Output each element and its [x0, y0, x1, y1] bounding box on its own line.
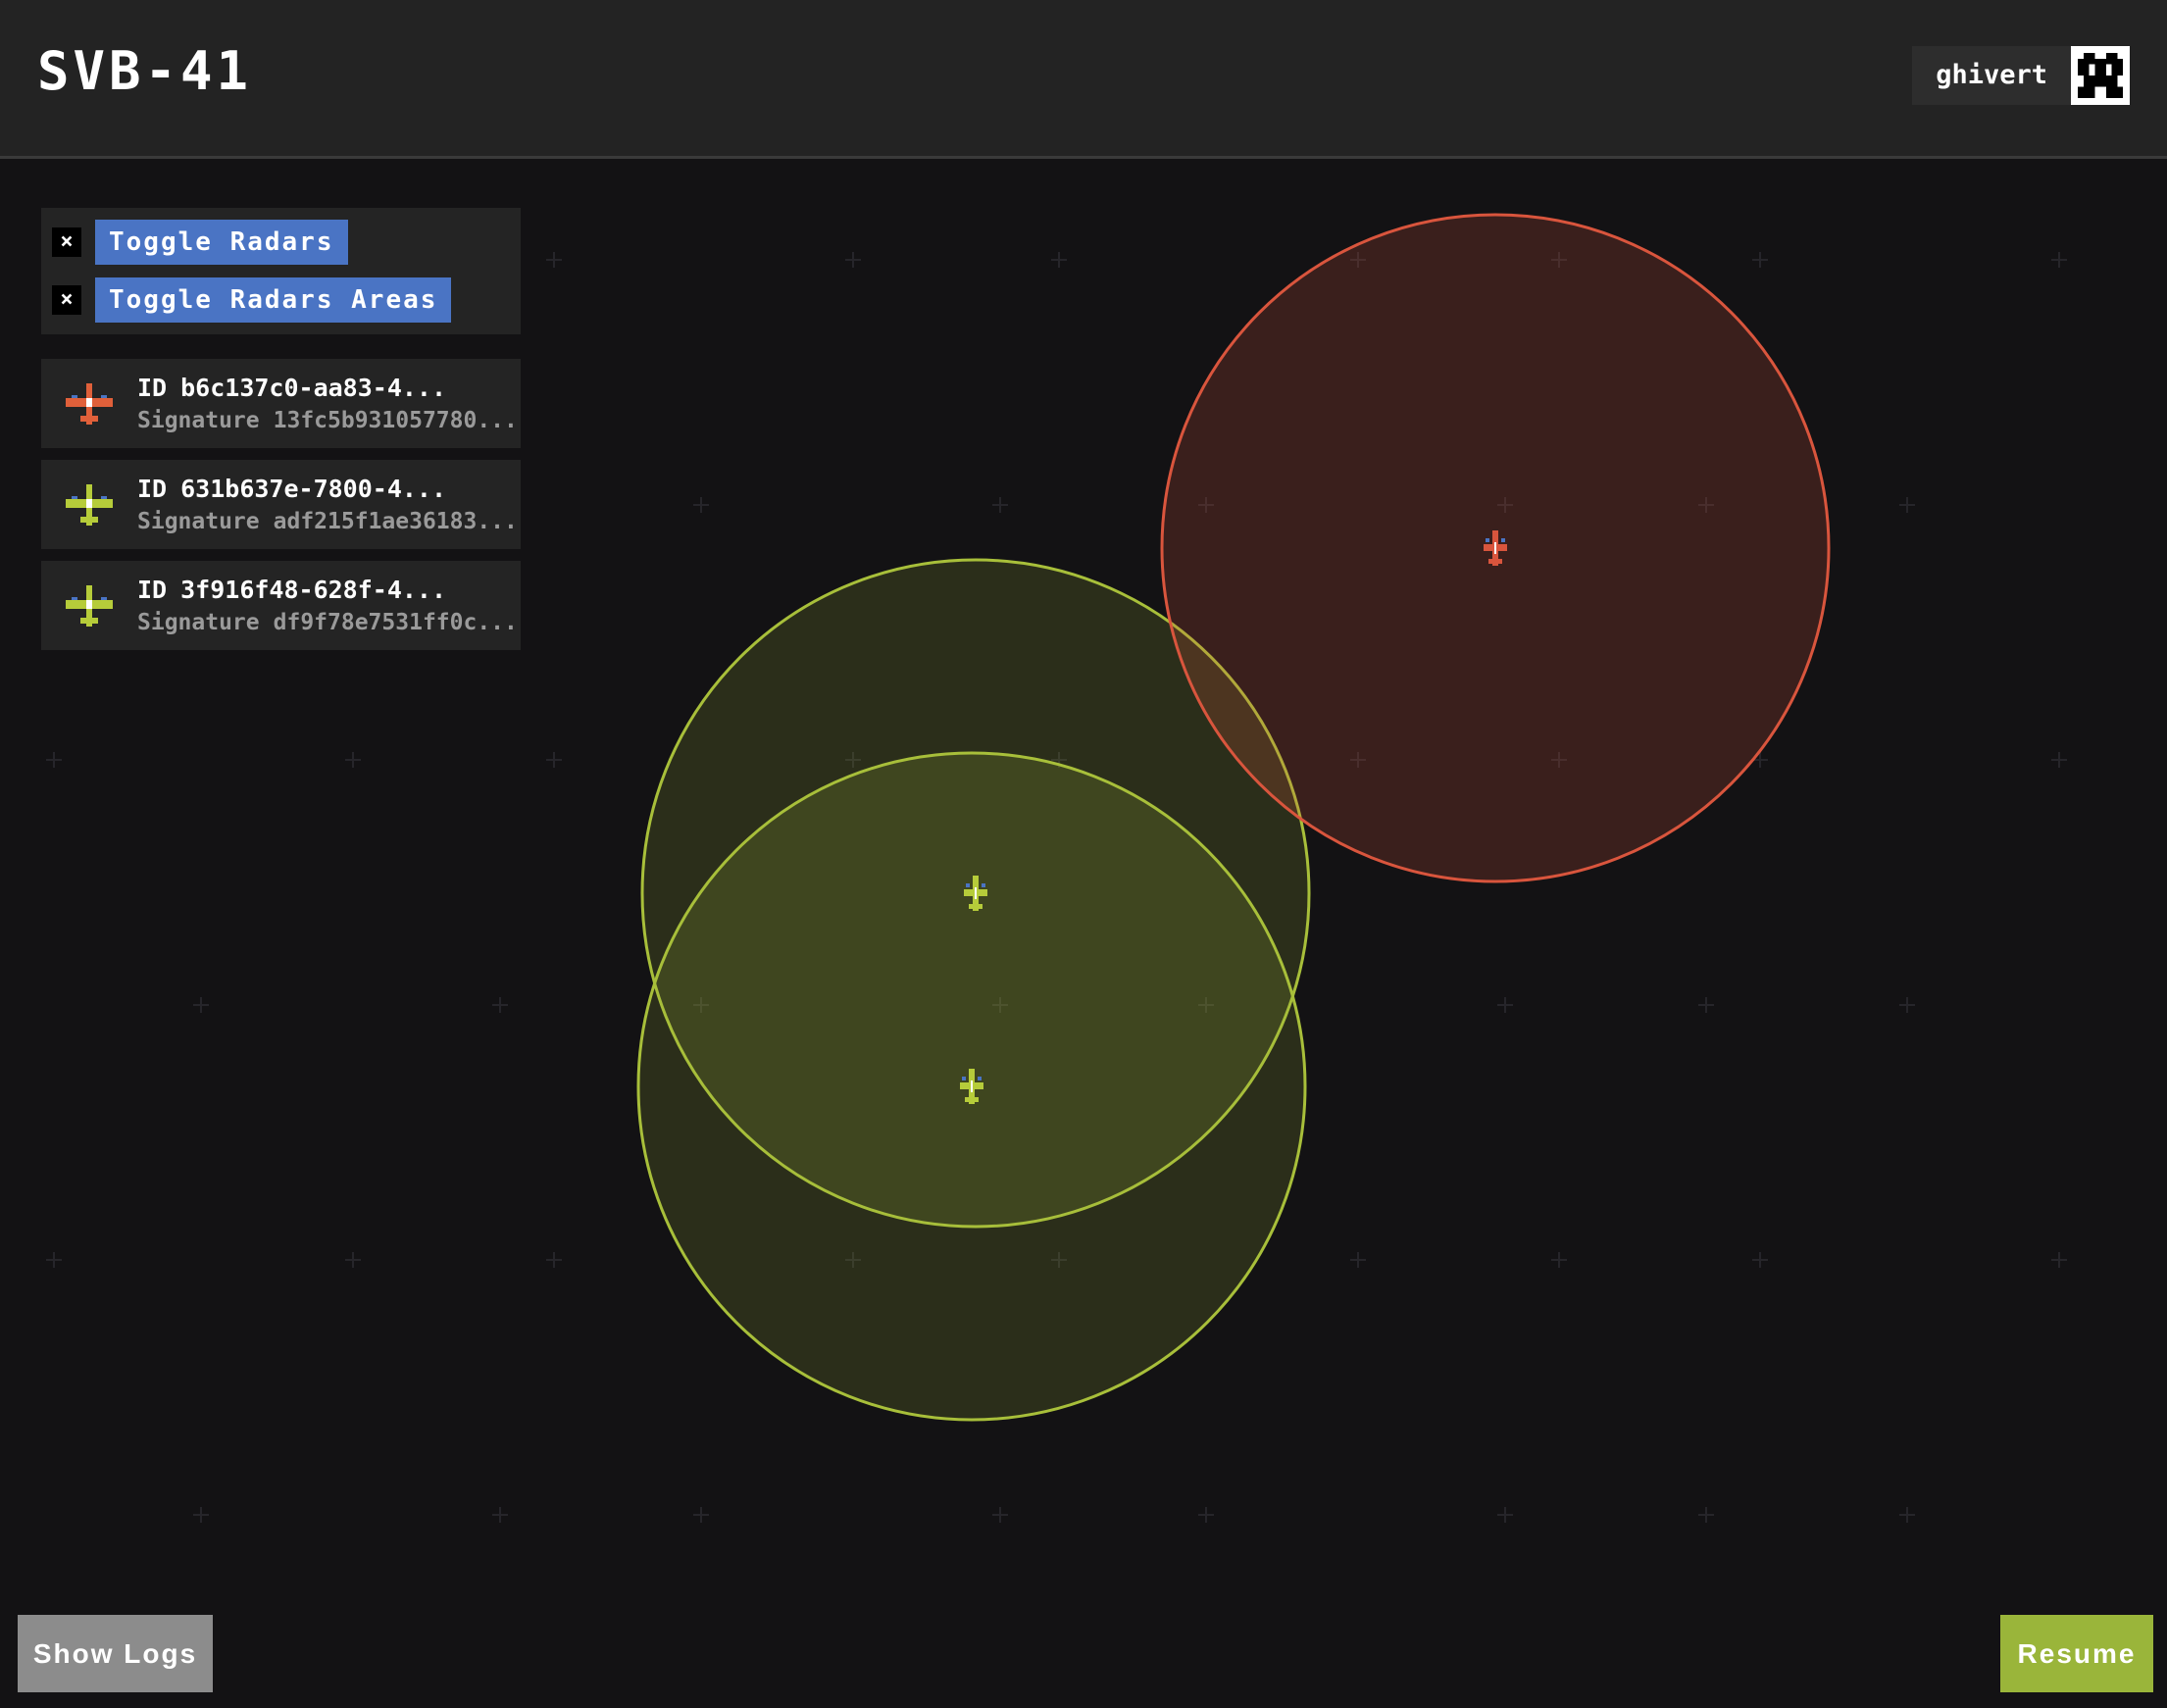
map-grid-marker: [193, 997, 209, 1013]
toggle-radars-areas-checkbox[interactable]: ×: [52, 285, 81, 315]
radar-id-value: b6c137c0-aa83-4...: [180, 373, 447, 402]
radar-list: ID b6c137c0-aa83-4... Signature 13fc5b9310…: [41, 359, 521, 662]
map-grid-marker: [1899, 497, 1915, 513]
map-grid-marker: [1752, 252, 1768, 268]
user-name[interactable]: ghivert: [1912, 46, 2071, 105]
show-logs-button[interactable]: Show Logs: [18, 1615, 213, 1692]
map-grid-marker: [693, 1507, 709, 1523]
map-grid-marker: [2051, 752, 2067, 768]
map-grid-marker: [345, 1252, 361, 1268]
map-grid-marker: [693, 497, 709, 513]
map-grid-marker: [546, 1252, 562, 1268]
pixel-avatar-icon[interactable]: [2071, 46, 2130, 105]
map-grid-marker: [492, 997, 508, 1013]
map-grid-marker: [2051, 1252, 2067, 1268]
map-grid-marker: [46, 752, 62, 768]
top-bar: SVB-41 ghivert: [0, 0, 2167, 159]
radar-id-key: ID: [137, 575, 168, 604]
map-grid-marker: [1698, 1507, 1714, 1523]
map-grid-marker: [1198, 1507, 1214, 1523]
radar-signature-value: 13fc5b931057780...: [273, 407, 518, 433]
resume-button[interactable]: Resume: [2000, 1615, 2153, 1692]
plane-icon: [41, 359, 137, 448]
radar-signature-key: Signature: [137, 609, 260, 635]
plane-icon: [41, 561, 137, 650]
radar-id-key: ID: [137, 474, 168, 503]
map-grid-marker: [845, 252, 861, 268]
radar-list-item[interactable]: ID 631b637e-7800-4... Signature adf215f1ae…: [41, 460, 521, 549]
map-grid-marker: [992, 497, 1008, 513]
user-chip[interactable]: ghivert: [1912, 46, 2130, 105]
map-grid-marker: [546, 252, 562, 268]
map-grid-marker: [345, 752, 361, 768]
plane-icon: [41, 460, 137, 549]
toggle-radars[interactable]: × Toggle Radars: [52, 220, 510, 265]
toggle-radars-areas[interactable]: × Toggle Radars Areas: [52, 277, 510, 323]
radar-list-item[interactable]: ID 3f916f48-628f-4... Signature df9f78e753…: [41, 561, 521, 650]
radar-id-value: 631b637e-7800-4...: [180, 474, 447, 503]
map-grid-marker: [1899, 1507, 1915, 1523]
map-grid-marker: [1752, 1252, 1768, 1268]
map-grid-marker: [1051, 252, 1067, 268]
map-grid-marker: [1698, 997, 1714, 1013]
map-grid-marker: [1899, 997, 1915, 1013]
map-grid-marker: [1497, 997, 1513, 1013]
map-grid-marker: [193, 1507, 209, 1523]
radar-signature-key: Signature: [137, 407, 260, 433]
radar-id-value: 3f916f48-628f-4...: [180, 575, 447, 604]
radar-signature-key: Signature: [137, 508, 260, 534]
map-grid-marker: [1497, 1507, 1513, 1523]
toggle-radars-areas-button[interactable]: Toggle Radars Areas: [95, 277, 452, 323]
app-title: SVB-41: [37, 40, 253, 102]
map-grid-marker: [1350, 1252, 1366, 1268]
radar-id-key: ID: [137, 373, 168, 402]
radar-signature-value: adf215f1ae36183...: [273, 508, 518, 534]
map-grid-marker: [46, 1252, 62, 1268]
map-grid-marker: [992, 1507, 1008, 1523]
radar-list-item[interactable]: ID b6c137c0-aa83-4... Signature 13fc5b9310…: [41, 359, 521, 448]
map-grid-marker: [1551, 1252, 1567, 1268]
toggle-radars-checkbox[interactable]: ×: [52, 227, 81, 257]
radar-signature-value: df9f78e7531ff0c...: [273, 609, 518, 635]
radar-toggle-panel: × Toggle Radars × Toggle Radars Areas: [41, 208, 521, 334]
map-grid-marker: [492, 1507, 508, 1523]
toggle-radars-button[interactable]: Toggle Radars: [95, 220, 348, 265]
map-grid-marker: [546, 752, 562, 768]
map-grid-marker: [2051, 252, 2067, 268]
